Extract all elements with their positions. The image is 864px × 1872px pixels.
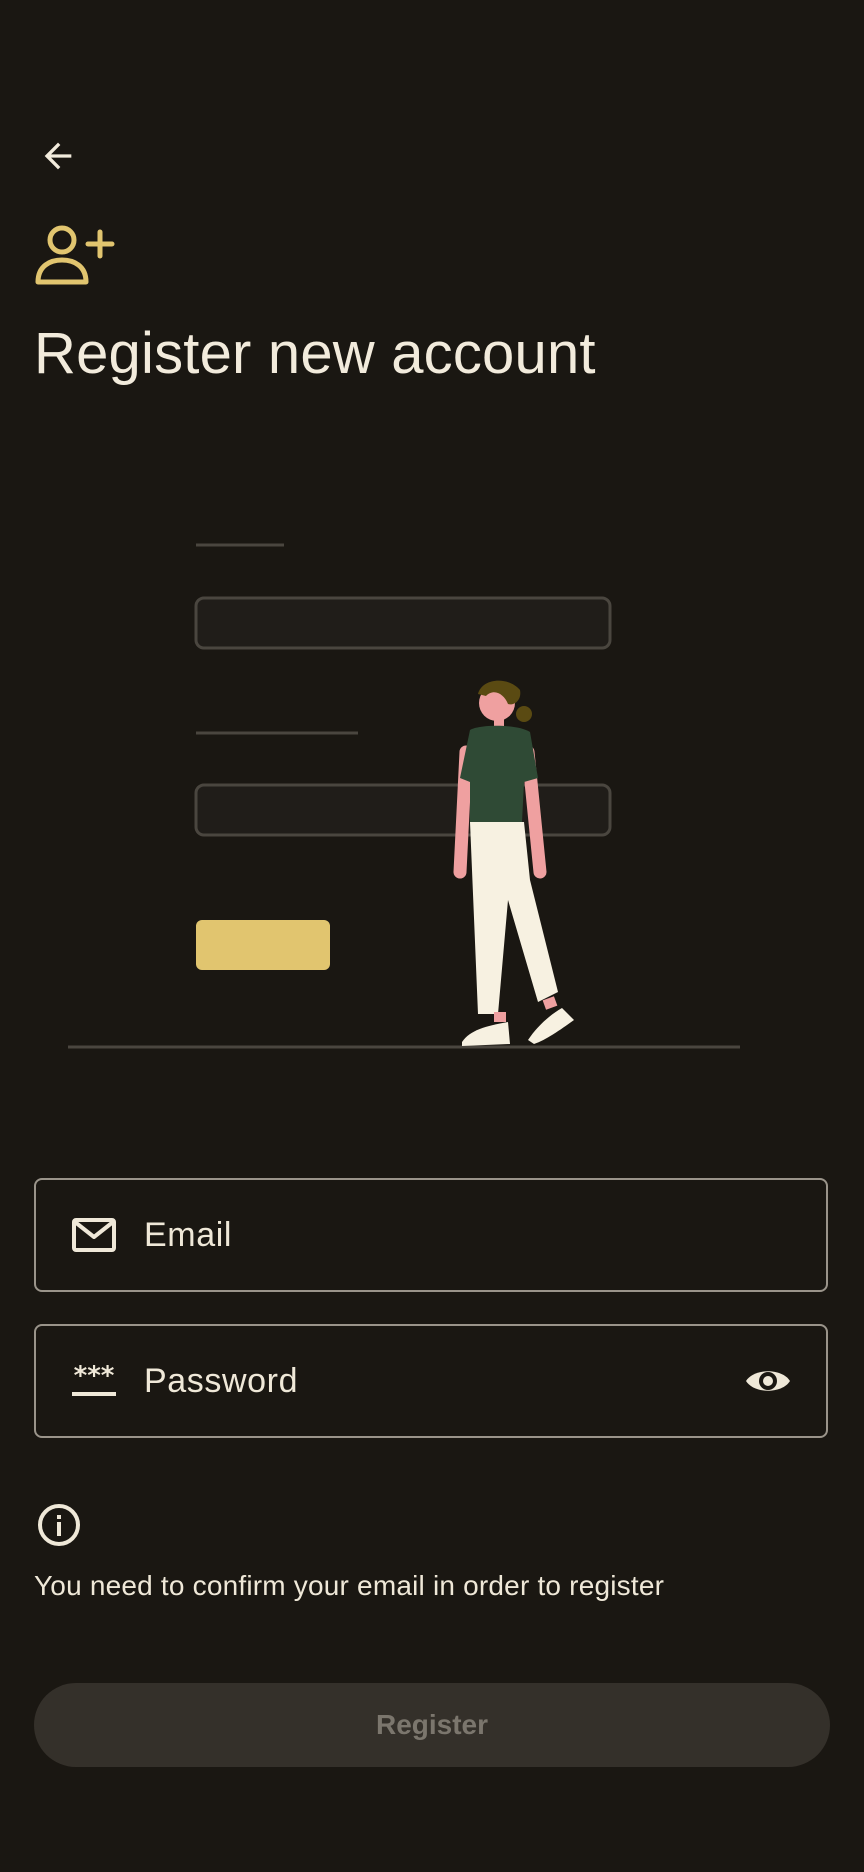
back-button[interactable]	[30, 128, 86, 184]
password-label: Password	[144, 1361, 299, 1400]
svg-text:***: ***	[74, 1364, 115, 1391]
toggle-password-visibility[interactable]	[728, 1326, 808, 1436]
page-title: Register new account	[34, 321, 596, 386]
register-button[interactable]: Register	[34, 1683, 830, 1767]
eye-icon	[746, 1371, 790, 1391]
password-icon: ***	[44, 1326, 144, 1436]
info-icon	[36, 1502, 82, 1548]
info-message: You need to confirm your email in order …	[34, 1570, 665, 1601]
password-field[interactable]: *** Password	[34, 1324, 828, 1438]
arrow-back-icon	[44, 142, 72, 170]
person-add-icon	[34, 222, 116, 288]
register-illustration	[0, 520, 864, 1060]
mail-icon	[44, 1180, 144, 1290]
email-field[interactable]: Email	[34, 1178, 828, 1292]
email-label: Email	[144, 1215, 233, 1254]
